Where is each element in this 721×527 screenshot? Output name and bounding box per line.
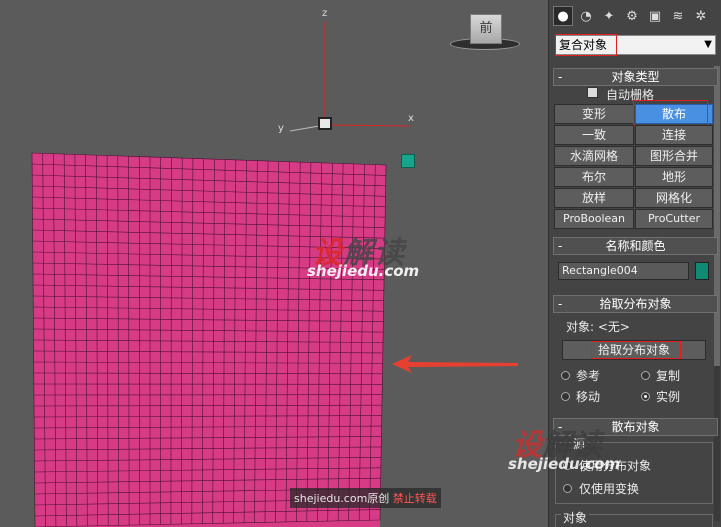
distribution-object-label: 对象: <无> — [566, 320, 630, 334]
radio-copy[interactable] — [641, 371, 650, 380]
watermark-site-2: shejiedu.com — [508, 455, 621, 473]
highlight-box — [555, 34, 617, 56]
viewcube-front-face[interactable]: 前 — [470, 14, 502, 44]
terrain-button[interactable]: 地形 — [635, 167, 713, 187]
rollout-header[interactable]: - 名称和颜色 — [553, 237, 718, 255]
radio-reference-label: 参考 — [576, 369, 601, 383]
highlight-box — [591, 341, 681, 359]
boolean-button[interactable]: 布尔 — [554, 167, 634, 187]
viewcube[interactable]: 前 — [448, 12, 522, 52]
radio-move-label: 移动 — [576, 390, 601, 404]
shapemerge-button[interactable]: 图形合并 — [635, 146, 713, 166]
morph-button[interactable]: 变形 — [554, 104, 634, 124]
radio-transforms-only[interactable] — [563, 484, 572, 493]
panel-scrollbar[interactable] — [714, 66, 720, 521]
loft-button[interactable]: 放样 — [554, 188, 634, 208]
scrollbar-thumb[interactable] — [714, 66, 720, 366]
highlight-box — [633, 100, 708, 126]
connect-button[interactable]: 连接 — [635, 125, 713, 145]
scatter-plane-mesh[interactable] — [0, 0, 548, 527]
procutter-button[interactable]: ProCutter — [635, 209, 713, 229]
watermark-site: shejiedu.com — [307, 262, 420, 280]
rollout-name-color: - 名称和颜色 — [553, 237, 718, 255]
radio-transforms-only-label: 仅使用变换 — [579, 482, 640, 496]
object-color-swatch[interactable] — [695, 262, 709, 280]
mesher-button[interactable]: 网格化 — [635, 188, 713, 208]
rollout-header[interactable]: - 对象类型 — [553, 68, 718, 86]
distribution-object-marker[interactable] — [401, 154, 415, 168]
light-icon[interactable]: ✦ — [599, 6, 619, 26]
radio-instance[interactable] — [641, 392, 650, 401]
sphere-icon[interactable]: ● — [553, 6, 573, 26]
radio-reference[interactable] — [561, 371, 570, 380]
blobmesh-button[interactable]: 水滴网格 — [554, 146, 634, 166]
rollout-header[interactable]: - 拾取分布对象 — [553, 295, 718, 313]
pivot-gizmo[interactable] — [318, 117, 332, 130]
objects-group-label: 对象 — [561, 509, 590, 526]
spacewarp-icon[interactable]: ≋ — [668, 6, 688, 26]
systems-icon[interactable]: ✲ — [691, 6, 711, 26]
rollout-pick-distribution: - 拾取分布对象 — [553, 295, 718, 313]
shapes-icon[interactable]: ◔ — [576, 6, 596, 26]
annotation-arrow — [392, 355, 518, 373]
rollout-object-type: - 对象类型 — [553, 68, 718, 86]
camera-icon[interactable]: ⚙ — [622, 6, 642, 26]
radio-copy-label: 复制 — [656, 369, 681, 383]
credit-bar: shejiedu.com原创 禁止转载 — [290, 488, 441, 508]
autogrid-checkbox[interactable] — [587, 87, 598, 98]
radio-move[interactable] — [561, 392, 570, 401]
perspective-viewport[interactable]: z x y 前 设解读 shejiedu.com shejiedu.com原创 … — [0, 0, 548, 527]
helper-icon[interactable]: ▣ — [645, 6, 665, 26]
radio-instance-label: 实例 — [656, 390, 681, 404]
conform-button[interactable]: 一致 — [554, 125, 634, 145]
command-panel-tabs: ● ◔ ✦ ⚙ ▣ ≋ ✲ — [553, 6, 711, 28]
object-name-field[interactable]: Rectangle004 — [558, 262, 689, 280]
proboolean-button[interactable]: ProBoolean — [554, 209, 634, 229]
chevron-down-icon: ▼ — [704, 39, 712, 50]
